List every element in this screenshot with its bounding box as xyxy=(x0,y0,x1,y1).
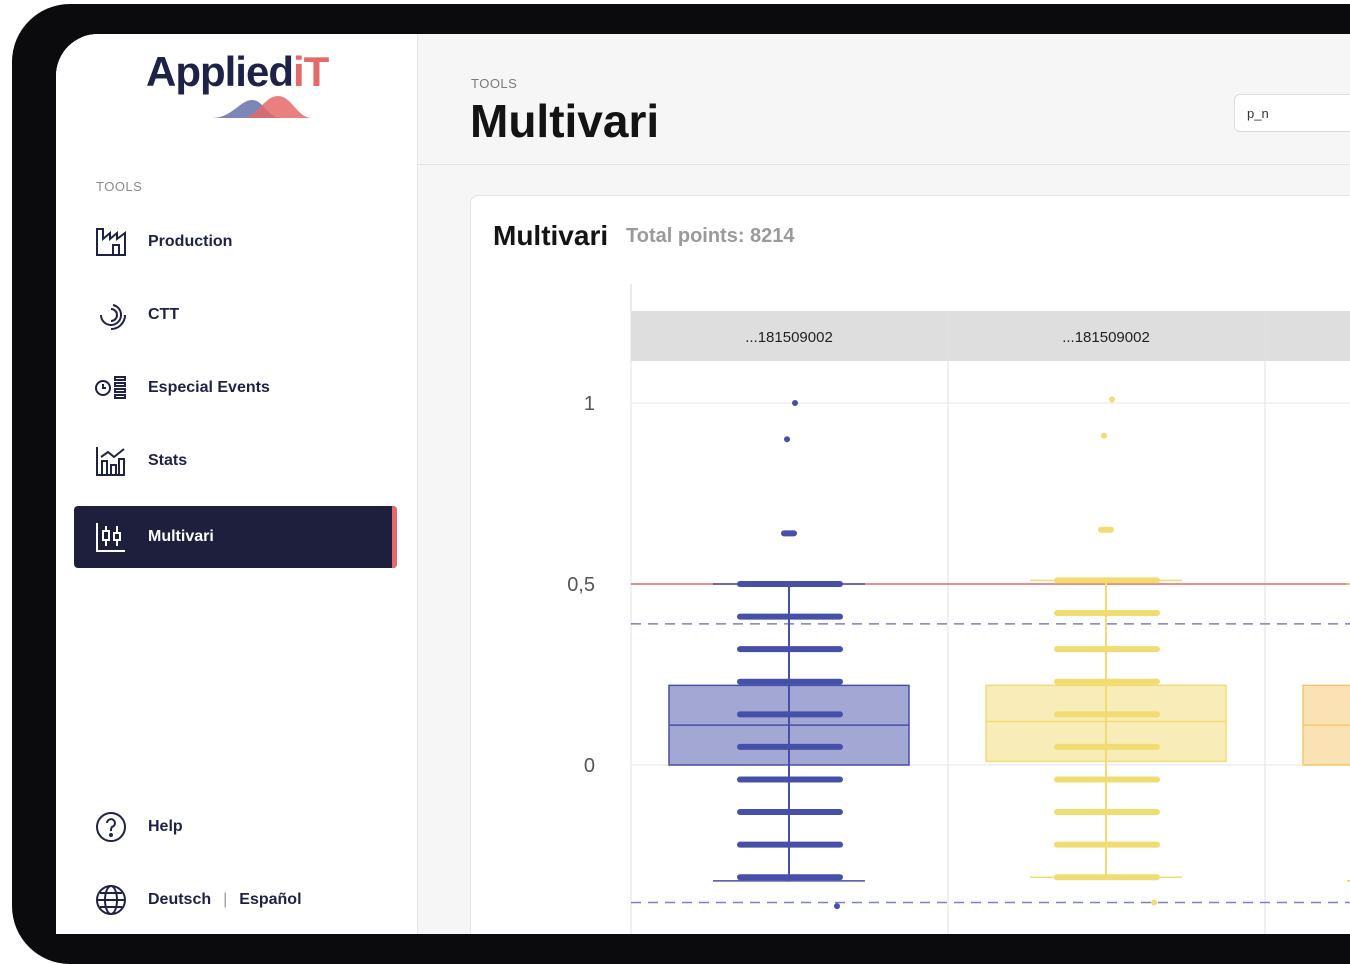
y-tick-label: 1 xyxy=(584,393,595,415)
sidebar: AppliediT TOOLS Production CTT Especial … xyxy=(56,34,418,934)
part-number-filter[interactable] xyxy=(1234,94,1350,132)
language-switcher: Deutsch | Español xyxy=(74,869,397,931)
language-espanol[interactable]: Español xyxy=(239,891,301,909)
breadcrumb[interactable]: TOOLS xyxy=(471,76,517,91)
panel-label: ...181509002 xyxy=(745,329,833,346)
data-point-strip xyxy=(1054,874,1160,881)
data-point-strip xyxy=(1054,841,1160,848)
outlier-point xyxy=(834,903,840,910)
help-label: Help xyxy=(148,818,183,835)
outlier-point xyxy=(1151,899,1157,906)
logo-waves-icon xyxy=(212,96,312,118)
sidebar-item-especial-events[interactable]: Especial Events xyxy=(74,357,397,419)
data-point-strip xyxy=(1054,809,1160,816)
device-frame: AppliediT TOOLS Production CTT Especial … xyxy=(12,4,1350,964)
sidebar-item-label: Especial Events xyxy=(148,379,270,396)
sidebar-item-stats[interactable]: Stats xyxy=(74,430,397,492)
stats-chart-icon xyxy=(94,444,128,478)
data-point-strip xyxy=(737,776,843,783)
page-title: Multivari xyxy=(470,95,660,147)
data-point-strip xyxy=(737,613,843,620)
sidebar-section-label: TOOLS xyxy=(96,179,143,194)
clock-list-icon xyxy=(94,371,128,405)
outlier-point xyxy=(781,530,797,537)
sidebar-item-ctt[interactable]: CTT xyxy=(74,284,397,346)
data-point-strip xyxy=(1054,577,1160,584)
factory-icon xyxy=(94,225,128,259)
sidebar-item-multivari[interactable]: Multivari xyxy=(74,506,397,568)
candlestick-icon xyxy=(94,520,128,554)
data-point-strip xyxy=(1054,743,1160,750)
data-point-strip xyxy=(1054,678,1160,685)
sidebar-item-production[interactable]: Production xyxy=(74,211,397,273)
panel-label: ...181509002 xyxy=(1062,329,1150,346)
y-tick-label: 0 xyxy=(584,755,595,777)
page-header: TOOLS Multivari xyxy=(418,34,1350,165)
help-icon xyxy=(94,810,128,844)
app-screen: AppliediT TOOLS Production CTT Especial … xyxy=(56,34,1350,934)
outlier-point xyxy=(792,400,798,406)
multivari-card: Multivari Total points: 8214 1 0,5 0 ...181… xyxy=(470,195,1350,934)
language-options: Deutsch | Español xyxy=(148,891,302,909)
sidebar-item-label: Stats xyxy=(148,452,188,469)
sidebar-item-label: CTT xyxy=(148,306,180,323)
outlier-point xyxy=(1101,432,1107,439)
sidebar-item-label: Multivari xyxy=(148,528,214,545)
data-point-strip xyxy=(737,743,843,750)
data-point-strip xyxy=(737,581,843,587)
data-point-strip xyxy=(737,711,843,718)
globe-icon xyxy=(94,883,128,917)
panel-header xyxy=(1265,311,1350,361)
language-deutsch[interactable]: Deutsch xyxy=(148,891,211,909)
outlier-point xyxy=(1109,396,1115,403)
logo-text: AppliediT xyxy=(146,48,329,95)
outlier-point xyxy=(1098,526,1114,533)
help-link[interactable]: Help xyxy=(74,796,397,858)
data-point-strip xyxy=(737,646,843,653)
sidebar-item-label: Production xyxy=(148,233,233,250)
data-point-strip xyxy=(737,678,843,685)
spiral-icon xyxy=(94,298,128,332)
data-point-strip xyxy=(737,841,843,848)
data-point-strip xyxy=(1054,646,1160,653)
language-separator: | xyxy=(223,891,228,908)
y-tick-label: 0,5 xyxy=(567,574,595,596)
outlier-point xyxy=(784,436,790,443)
applied-it-logo[interactable]: AppliediT xyxy=(146,48,336,128)
data-point-strip xyxy=(1054,609,1160,616)
data-point-strip xyxy=(1054,776,1160,783)
data-point-strip xyxy=(737,809,843,816)
multivari-chart[interactable]: 1 0,5 0 ...181509002 ...181509002 xyxy=(471,196,1350,934)
data-point-strip xyxy=(737,874,843,881)
data-point-strip xyxy=(1054,711,1160,718)
